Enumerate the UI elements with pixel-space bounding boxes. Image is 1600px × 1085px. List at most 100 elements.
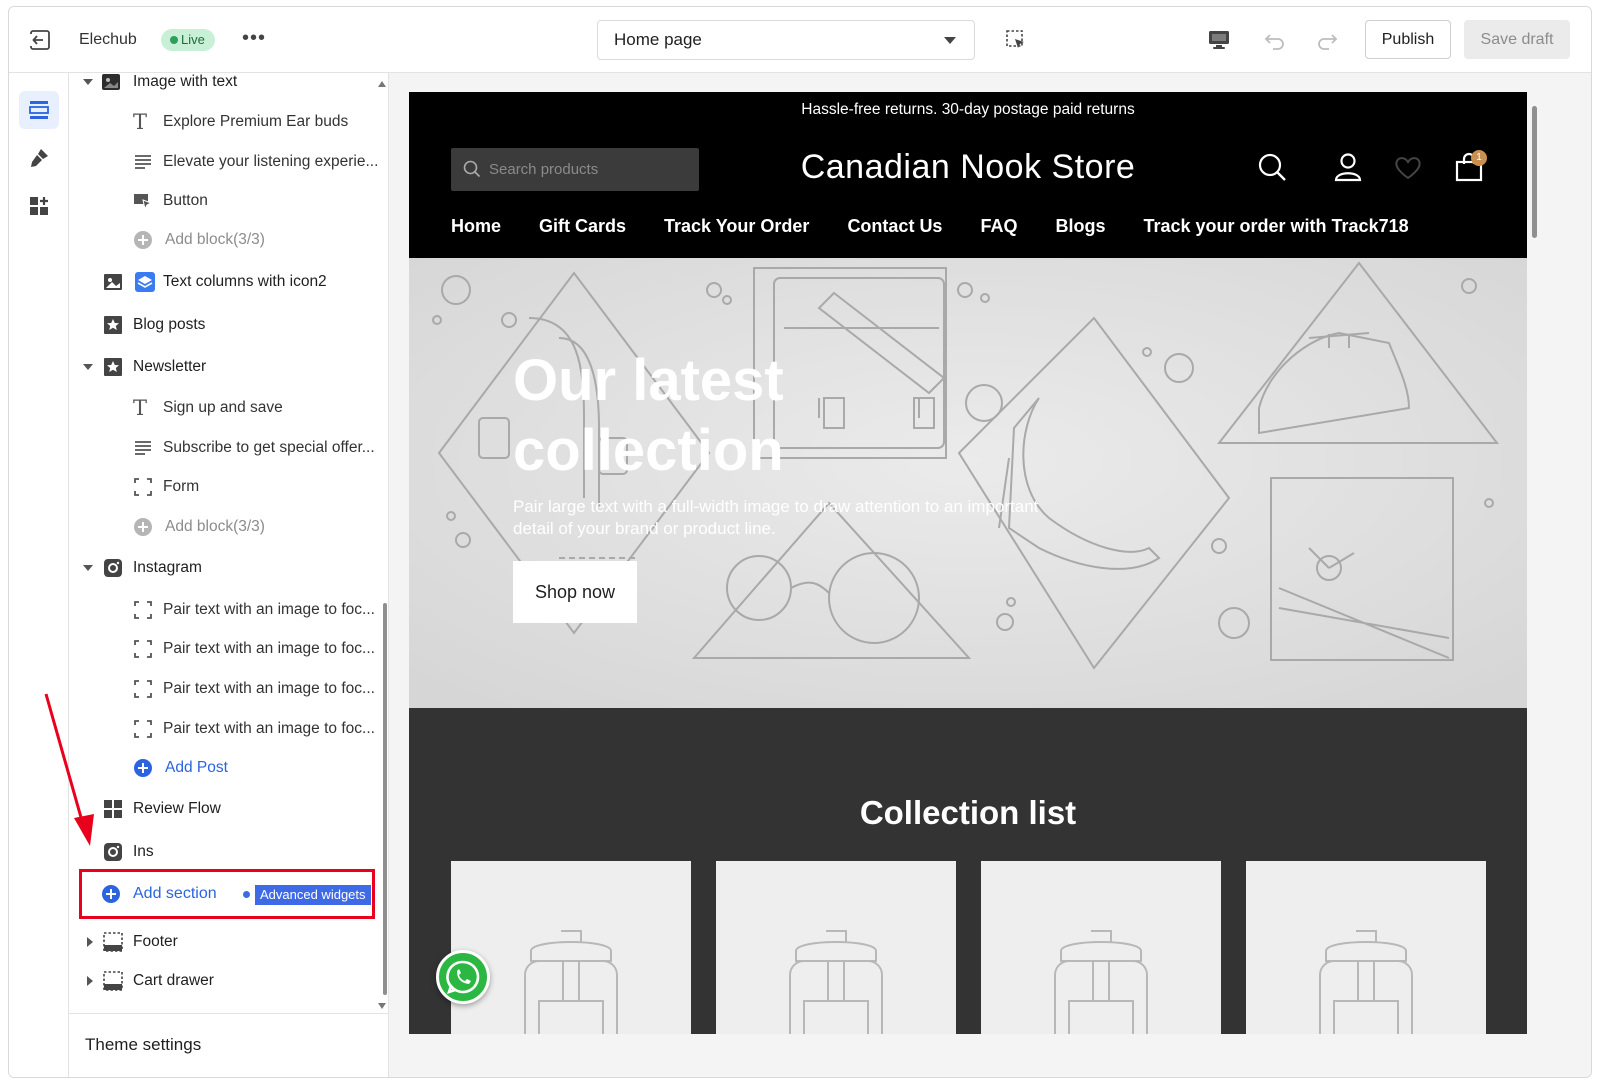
search-input[interactable] — [489, 148, 689, 191]
star-bookmark-icon — [104, 358, 122, 376]
sidebar-section-footer[interactable]: Footer — [69, 925, 369, 959]
highlight-box — [79, 869, 375, 919]
frame-icon — [134, 720, 152, 738]
exit-icon[interactable] — [29, 29, 51, 51]
theme-tab[interactable] — [19, 139, 59, 177]
frame-icon — [134, 478, 152, 496]
sidebar-block-text[interactable]: Elevate your listening experie... — [69, 145, 378, 179]
nav-faq[interactable]: FAQ — [980, 216, 1017, 237]
layers-icon — [135, 272, 155, 292]
sidebar-item-label: Footer — [133, 933, 178, 950]
sidebar-item-label: Blog posts — [133, 316, 206, 333]
sidebar-item-label: Instagram — [133, 559, 202, 576]
collection-card[interactable] — [451, 861, 691, 1034]
sidebar-item-label: Explore Premium Ear buds — [163, 113, 349, 130]
sidebar-item-label: Button — [163, 192, 208, 209]
collection-card[interactable] — [1246, 861, 1486, 1034]
sidebar-section-instagram[interactable]: Instagram — [69, 551, 369, 585]
collection-card[interactable] — [716, 861, 956, 1034]
store-name: Elechub — [79, 31, 137, 48]
hero-subtitle: Pair large text with a full-width image … — [513, 497, 1039, 538]
paragraph-icon — [135, 155, 151, 169]
add-block-button[interactable]: Add block(3/3) — [69, 510, 369, 544]
sidebar-item-label: Pair text with an image to foc... — [163, 720, 375, 737]
grid-icon — [104, 800, 122, 818]
inspect-select-icon[interactable] — [1005, 29, 1027, 51]
collapse-toggle-icon[interactable] — [83, 79, 93, 85]
add-post-button[interactable]: Add Post — [69, 751, 369, 785]
expand-toggle-icon[interactable] — [87, 976, 93, 986]
sidebar-block-post[interactable]: Pair text with an image to foc... — [69, 593, 375, 627]
theme-settings-link[interactable]: Theme settings — [69, 1013, 388, 1077]
apps-icon — [30, 197, 48, 215]
chevron-down-icon — [944, 37, 956, 44]
add-block-button[interactable]: Add block(3/3) — [69, 223, 369, 257]
sidebar-block-button[interactable]: Button — [69, 184, 369, 218]
sidebar-section-review-flow[interactable]: Review Flow — [69, 792, 369, 826]
preview-scroll-thumb[interactable] — [1532, 106, 1537, 238]
search-icon — [463, 160, 481, 178]
sidebar-item-label: Pair text with an image to foc... — [163, 640, 375, 657]
scroll-down-icon[interactable] — [378, 1003, 386, 1009]
backpack-placeholder-icon — [1319, 930, 1413, 1034]
search-box[interactable] — [451, 148, 699, 191]
nav-track-your-order[interactable]: Track Your Order — [664, 216, 809, 237]
sidebar-item-label: Add Post — [165, 759, 228, 776]
save-draft-button[interactable]: Save draft — [1464, 20, 1570, 59]
sections-tab[interactable] — [19, 91, 59, 129]
sidebar-block-post[interactable]: Pair text with an image to foc... — [69, 712, 375, 746]
sidebar-item-label: Elevate your listening experie... — [163, 153, 379, 170]
main-nav: Home Gift Cards Track Your Order Contact… — [451, 216, 1409, 237]
undo-icon[interactable] — [1263, 29, 1287, 51]
live-badge: Live — [161, 29, 215, 51]
more-options-icon[interactable]: ••• — [242, 27, 266, 50]
redo-icon[interactable] — [1315, 29, 1339, 51]
sidebar-section-blog-posts[interactable]: Blog posts — [69, 308, 369, 342]
sidebar-section-image-with-text[interactable]: Image with text — [69, 73, 369, 99]
wishlist-heart-icon[interactable] — [1393, 152, 1423, 182]
sidebar-scroll-thumb[interactable] — [383, 603, 387, 995]
nav-contact-us[interactable]: Contact Us — [847, 216, 942, 237]
frame-icon — [134, 601, 152, 619]
sidebar-section-newsletter[interactable]: Newsletter — [69, 350, 369, 384]
desktop-view-icon[interactable] — [1207, 29, 1231, 51]
nav-home[interactable]: Home — [451, 216, 501, 237]
collapse-toggle-icon[interactable] — [83, 565, 93, 571]
theme-brush-icon — [31, 149, 48, 167]
top-bar: Elechub Live ••• Home page Publish Save … — [9, 7, 1591, 73]
nav-blogs[interactable]: Blogs — [1055, 216, 1105, 237]
sidebar-block-form[interactable]: Form — [69, 470, 369, 504]
plus-circle-icon — [134, 231, 152, 249]
search-icon[interactable] — [1257, 152, 1287, 182]
instagram-icon — [104, 843, 122, 861]
expand-toggle-icon[interactable] — [87, 937, 93, 947]
sidebar-section-cart-drawer[interactable]: Cart drawer — [69, 964, 369, 998]
collapse-toggle-icon[interactable] — [83, 364, 93, 370]
image-icon — [102, 74, 120, 90]
button-icon — [134, 194, 153, 211]
apps-tab[interactable] — [19, 187, 59, 225]
sidebar-section-ins[interactable]: Ins — [69, 835, 369, 869]
nav-track718[interactable]: Track your order with Track718 — [1143, 216, 1408, 237]
backpack-placeholder-icon — [789, 930, 883, 1034]
sidebar-item-label: Subscribe to get special offer... — [163, 439, 375, 456]
sidebar-block-heading[interactable]: T Explore Premium Ear buds — [69, 105, 369, 139]
nav-gift-cards[interactable]: Gift Cards — [539, 216, 626, 237]
collection-card[interactable] — [981, 861, 1221, 1034]
account-icon[interactable] — [1333, 152, 1363, 182]
sidebar-item-label: Sign up and save — [163, 399, 283, 416]
icon-rail — [9, 73, 69, 1077]
shop-now-button[interactable]: Shop now — [513, 561, 637, 623]
sidebar-block-heading[interactable]: T Sign up and save — [69, 391, 369, 425]
sidebar-section-text-columns[interactable]: Text columns with icon2 — [69, 265, 369, 299]
sidebar-block-post[interactable]: Pair text with an image to foc... — [69, 672, 375, 706]
sidebar-item-label: Form — [163, 478, 200, 495]
publish-button[interactable]: Publish — [1365, 20, 1451, 59]
sidebar-block-post[interactable]: Pair text with an image to foc... — [69, 632, 375, 666]
page-selector[interactable]: Home page — [597, 20, 975, 60]
sidebar-item-label: Newsletter — [133, 358, 207, 375]
whatsapp-chat-button[interactable] — [436, 950, 490, 1004]
backpack-placeholder-icon — [524, 930, 618, 1034]
sidebar-block-text[interactable]: Subscribe to get special offer... — [69, 431, 375, 465]
scroll-up-icon[interactable] — [378, 81, 386, 87]
